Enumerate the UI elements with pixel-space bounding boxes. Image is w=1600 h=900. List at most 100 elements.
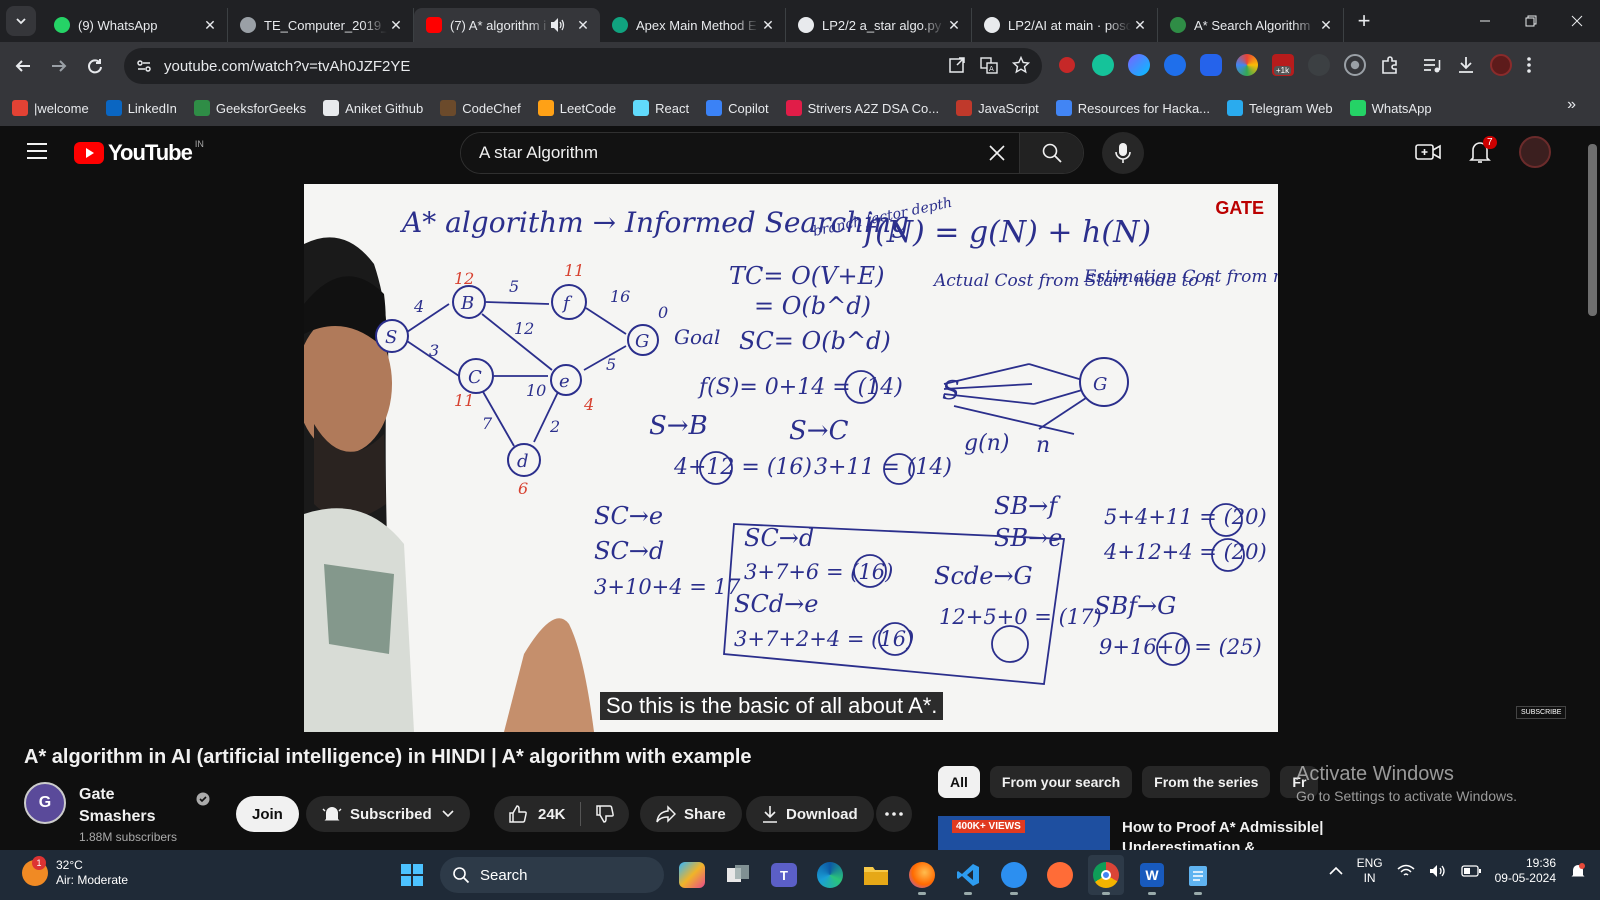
language-indicator[interactable]: ENG IN: [1357, 856, 1383, 886]
back-button[interactable]: [6, 49, 40, 83]
translate-icon[interactable]: A: [980, 56, 998, 74]
scrollbar-thumb[interactable]: [1588, 144, 1597, 316]
address-bar[interactable]: youtube.com/watch?v=tvAh0JZF2YE A: [124, 48, 1042, 84]
filter-chip[interactable]: From the series: [1142, 766, 1271, 798]
close-tab-icon[interactable]: ✕: [201, 16, 219, 34]
account-avatar[interactable]: [1519, 136, 1551, 168]
bookmark-item[interactable]: WhatsApp: [1349, 100, 1432, 116]
close-tab-icon[interactable]: ✕: [945, 16, 963, 34]
download-button[interactable]: Download: [746, 796, 874, 832]
postman-app-icon[interactable]: [1042, 855, 1078, 895]
open-in-app-icon[interactable]: [948, 56, 966, 74]
bookmark-item[interactable]: GeeksforGeeks: [193, 100, 306, 116]
bookmark-item[interactable]: React: [633, 100, 689, 116]
edge-app-icon[interactable]: [812, 855, 848, 895]
minimize-button[interactable]: [1462, 0, 1508, 42]
file-explorer-icon[interactable]: [858, 855, 894, 895]
profile-avatar-icon[interactable]: [1490, 54, 1512, 76]
site-info-icon[interactable]: [136, 58, 152, 74]
start-button[interactable]: [394, 855, 430, 895]
taskbar-search[interactable]: Search: [440, 857, 664, 893]
bookmark-item[interactable]: |welcome: [12, 100, 89, 116]
close-tab-icon[interactable]: ✕: [387, 16, 405, 34]
word-app-icon[interactable]: W: [1134, 855, 1170, 895]
more-actions-button[interactable]: [876, 796, 912, 832]
like-button[interactable]: 24K: [494, 796, 580, 832]
subscribed-button[interactable]: Subscribed: [306, 796, 470, 832]
grammarly-extension-icon[interactable]: [1092, 54, 1114, 76]
youtube-search-button[interactable]: [1019, 133, 1083, 173]
subscribe-watermark[interactable]: SUBSCRIBE: [1516, 706, 1567, 719]
create-video-icon[interactable]: [1415, 141, 1441, 163]
volume-icon[interactable]: [1429, 864, 1447, 878]
join-button[interactable]: Join: [236, 796, 299, 832]
clear-search-icon[interactable]: [985, 141, 1009, 165]
weather-widget[interactable]: 1 32°C Air: Moderate: [22, 856, 128, 888]
youtube-search-input[interactable]: A star Algorithm: [461, 133, 1019, 173]
bookmark-item[interactable]: LinkedIn: [105, 100, 177, 116]
forward-button[interactable]: [42, 49, 76, 83]
filter-chip[interactable]: From your search: [989, 766, 1133, 798]
channel-name[interactable]: Gate Smashers: [79, 784, 189, 828]
bookmark-star-icon[interactable]: [1012, 56, 1030, 74]
recommendation-thumbnail[interactable]: 400K+ VIEWS: [938, 816, 1110, 850]
copilot-extension-icon[interactable]: [1200, 54, 1222, 76]
colorful-extension-icon[interactable]: [1128, 54, 1150, 76]
badge-extension-icon[interactable]: +1k: [1272, 54, 1294, 76]
firefox-app-icon[interactable]: [904, 855, 940, 895]
edge-extension-icon[interactable]: [1164, 54, 1186, 76]
browser-tab[interactable]: (9) WhatsApp ✕: [42, 8, 228, 42]
voice-search-button[interactable]: [1102, 132, 1144, 174]
bookmark-item[interactable]: JavaScript: [956, 100, 1039, 116]
download-icon[interactable]: [1456, 55, 1476, 75]
share-button[interactable]: Share: [640, 796, 742, 832]
dislike-button[interactable]: [581, 796, 629, 832]
youtube-logo[interactable]: YouTube IN: [74, 139, 204, 166]
system-clock[interactable]: 19:36 09-05-2024: [1495, 856, 1556, 886]
bookmark-item[interactable]: Strivers A2Z DSA Co...: [785, 100, 939, 116]
bookmark-item[interactable]: LeetCode: [537, 100, 616, 116]
task-view-icon[interactable]: [720, 855, 756, 895]
guide-menu-button[interactable]: [26, 142, 48, 160]
bookmark-item[interactable]: Copilot: [706, 100, 769, 116]
channel-avatar[interactable]: G: [24, 782, 66, 824]
bookmark-item[interactable]: CodeChef: [440, 100, 521, 116]
browser-tab[interactable]: A* Search Algorithm ✕: [1158, 8, 1344, 42]
reload-button[interactable]: [78, 49, 112, 83]
notification-bell-icon[interactable]: [1570, 862, 1586, 880]
close-window-button[interactable]: [1554, 0, 1600, 42]
close-tab-icon[interactable]: ✕: [1131, 16, 1149, 34]
video-player[interactable]: A* algorithm → Informed Searching branch…: [304, 184, 1278, 732]
browser-tab[interactable]: Apex Main Method E ✕: [600, 8, 786, 42]
chat-app-icon[interactable]: [996, 855, 1032, 895]
close-tab-icon[interactable]: ✕: [759, 16, 777, 34]
copilot-app-icon[interactable]: [674, 855, 710, 895]
notepad-app-icon[interactable]: [1180, 855, 1216, 895]
browser-tab[interactable]: LP2/AI at main · posc ✕: [972, 8, 1158, 42]
page-scrollbar[interactable]: [1585, 126, 1600, 850]
notifications-button[interactable]: 7: [1469, 136, 1497, 164]
media-control-icon[interactable]: [1422, 55, 1442, 75]
browser-tab[interactable]: (7) A* algorithm i ✕: [414, 8, 600, 42]
browser-tab[interactable]: LP2/2 a_star algo.py ✕: [786, 8, 972, 42]
wifi-icon[interactable]: [1397, 864, 1415, 878]
chevron-up-icon[interactable]: [1329, 866, 1343, 876]
restore-button[interactable]: [1508, 0, 1554, 42]
antenna-extension-icon[interactable]: [1308, 54, 1330, 76]
close-tab-icon[interactable]: ✕: [574, 16, 592, 34]
battery-icon[interactable]: [1460, 865, 1481, 877]
close-tab-icon[interactable]: ✕: [1317, 16, 1335, 34]
bookmarks-overflow-button[interactable]: »: [1567, 96, 1576, 114]
speaker-icon[interactable]: [550, 17, 566, 33]
new-tab-button[interactable]: +: [1350, 7, 1378, 35]
teams-app-icon[interactable]: T: [766, 855, 802, 895]
target-extension-icon[interactable]: [1344, 54, 1366, 76]
bookmark-item[interactable]: Resources for Hacka...: [1055, 100, 1210, 116]
multicolor-extension-icon[interactable]: [1236, 54, 1258, 76]
filter-chip[interactable]: All: [938, 766, 980, 798]
chrome-app-icon[interactable]: [1088, 855, 1124, 895]
record-extension-icon[interactable]: [1056, 54, 1078, 76]
browser-menu-icon[interactable]: [1526, 55, 1532, 75]
tab-search-button[interactable]: [6, 6, 36, 36]
bookmark-item[interactable]: Telegram Web: [1227, 100, 1333, 116]
